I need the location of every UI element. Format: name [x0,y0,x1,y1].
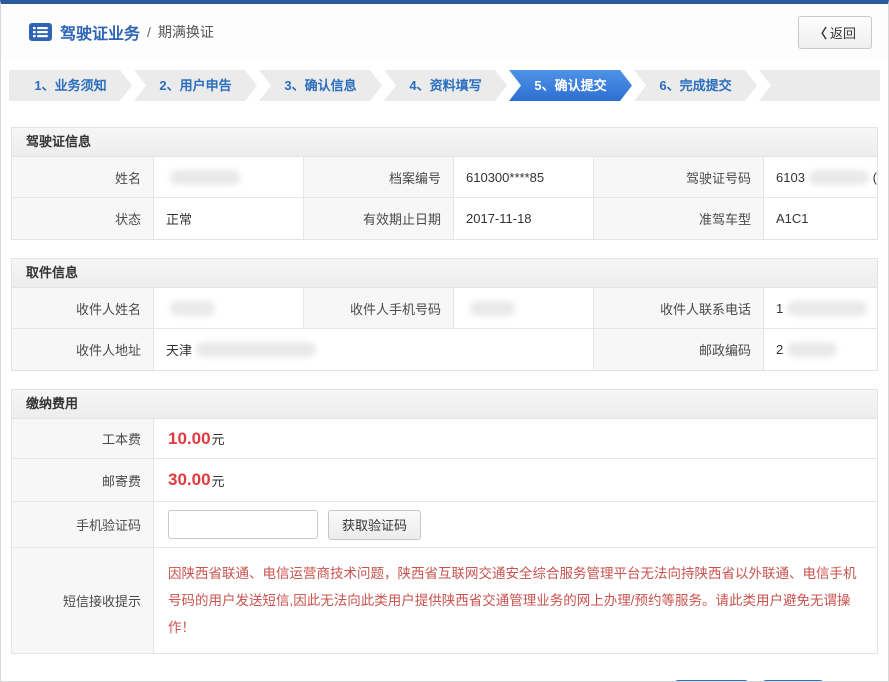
redacted-value [809,170,869,185]
pickup-info-section: 取件信息 收件人姓名 收件人手机号码 收件人联系电话 1 收件人地址 天津 邮政… [11,258,878,371]
postal-code-value: 2 [764,329,877,370]
license-number-label: 驾驶证号码 [594,157,764,198]
redacted-value [170,170,240,185]
step-2-declaration: 2、用户申告 [134,70,257,101]
get-sms-code-button[interactable]: 获取验证码 [328,510,421,540]
production-fee-label: 工本费 [12,419,154,458]
recipient-name-label: 收件人姓名 [12,288,154,329]
fees-section: 缴纳费用 工本费 10.00元 邮寄费 30.00元 手机验证码 获取验证码 短… [11,389,878,654]
postage-fee-value: 30.00元 [154,459,877,501]
recipient-phone-label: 收件人联系电话 [594,288,764,329]
address-value: 天津 [154,329,594,370]
status-label: 状态 [12,198,154,239]
vehicle-class-value: A1C1 [764,198,877,239]
document-list-icon [29,23,52,41]
production-fee-amount: 10.00 [168,429,211,449]
postage-fee-unit: 元 [212,471,225,490]
step-5-confirm-submit-active: 5、确认提交 [509,70,632,101]
file-number-label: 档案编号 [304,157,454,198]
redacted-value [170,301,215,316]
recipient-mobile-label: 收件人手机号码 [304,288,454,329]
name-label: 姓名 [12,157,154,198]
production-fee-row: 工本费 10.00元 [12,419,877,459]
postal-code-prefix: 2 [776,342,783,357]
header: 驾驶证业务 / 期满换证 〈返回 [1,4,888,60]
page: 驾驶证业务 / 期满换证 〈返回 1、业务须知 2、用户申告 3、确认信息 4、… [0,0,889,682]
fees-section-title: 缴纳费用 [12,390,877,419]
redacted-value [787,342,837,357]
name-value [154,157,304,198]
redacted-value [196,342,316,357]
postage-fee-amount: 30.00 [168,470,211,490]
production-fee-value: 10.00元 [154,419,877,458]
postage-fee-label: 邮寄费 [12,459,154,501]
recipient-phone-prefix: 1 [776,301,783,316]
redacted-value [470,301,515,316]
redacted-value [787,301,867,316]
sms-code-label: 手机验证码 [12,502,154,547]
page-title: 驾驶证业务 [60,20,140,44]
production-fee-unit: 元 [212,429,225,448]
back-button-label: 返回 [830,26,856,41]
recipient-name-value [154,288,304,329]
address-prefix: 天津 [166,340,192,359]
license-number-suffix: ( [873,170,877,185]
license-info-section: 驾驶证信息 姓名 档案编号 610300****85 驾驶证号码 6103 ( 状… [11,127,878,240]
sms-notice-label: 短信接收提示 [12,548,154,653]
recipient-mobile-value [454,288,594,329]
back-button[interactable]: 〈返回 [798,16,872,49]
recipient-phone-value: 1 [764,288,877,329]
breadcrumb-separator: / [147,24,151,40]
step-wizard: 1、业务须知 2、用户申告 3、确认信息 4、资料填写 5、确认提交 6、完成提… [9,70,880,101]
file-number-value: 610300****85 [454,157,594,198]
breadcrumb-current: 期满换证 [158,22,214,42]
step-4-fill-data: 4、资料填写 [384,70,507,101]
sms-code-row: 手机验证码 获取验证码 [12,502,877,548]
address-label: 收件人地址 [12,329,154,370]
vehicle-class-label: 准驾车型 [594,198,764,239]
chevron-left-icon: 〈 [814,26,827,41]
step-1-notice: 1、业务须知 [9,70,132,101]
license-section-title: 驾驶证信息 [12,128,877,157]
valid-until-value: 2017-11-18 [454,198,594,239]
postal-code-label: 邮政编码 [594,329,764,370]
pickup-section-title: 取件信息 [12,259,877,288]
license-number-value: 6103 ( [764,157,877,198]
sms-code-field-wrap: 获取验证码 [154,502,877,547]
step-3-confirm-info: 3、确认信息 [259,70,382,101]
status-value: 正常 [154,198,304,239]
sms-notice-row: 短信接收提示 因陕西省联通、电信运营商技术问题，陕西省互联网交通安全综合服务管理… [12,548,877,653]
valid-until-label: 有效期止日期 [304,198,454,239]
pickup-info-table: 收件人姓名 收件人手机号码 收件人联系电话 1 收件人地址 天津 邮政编码 2 [12,288,877,370]
sms-code-input[interactable] [168,510,318,539]
sms-notice-text: 因陕西省联通、电信运营商技术问题，陕西省互联网交通安全综合服务管理平台无法向持陕… [154,548,877,653]
postage-fee-row: 邮寄费 30.00元 [12,459,877,502]
step-bar-filler [759,70,880,101]
step-6-complete: 6、完成提交 [634,70,757,101]
license-info-table: 姓名 档案编号 610300****85 驾驶证号码 6103 ( 状态 正常 有… [12,157,877,239]
sms-notice-wrap: 因陕西省联通、电信运营商技术问题，陕西省互联网交通安全综合服务管理平台无法向持陕… [154,548,877,653]
license-number-prefix: 6103 [776,170,805,185]
